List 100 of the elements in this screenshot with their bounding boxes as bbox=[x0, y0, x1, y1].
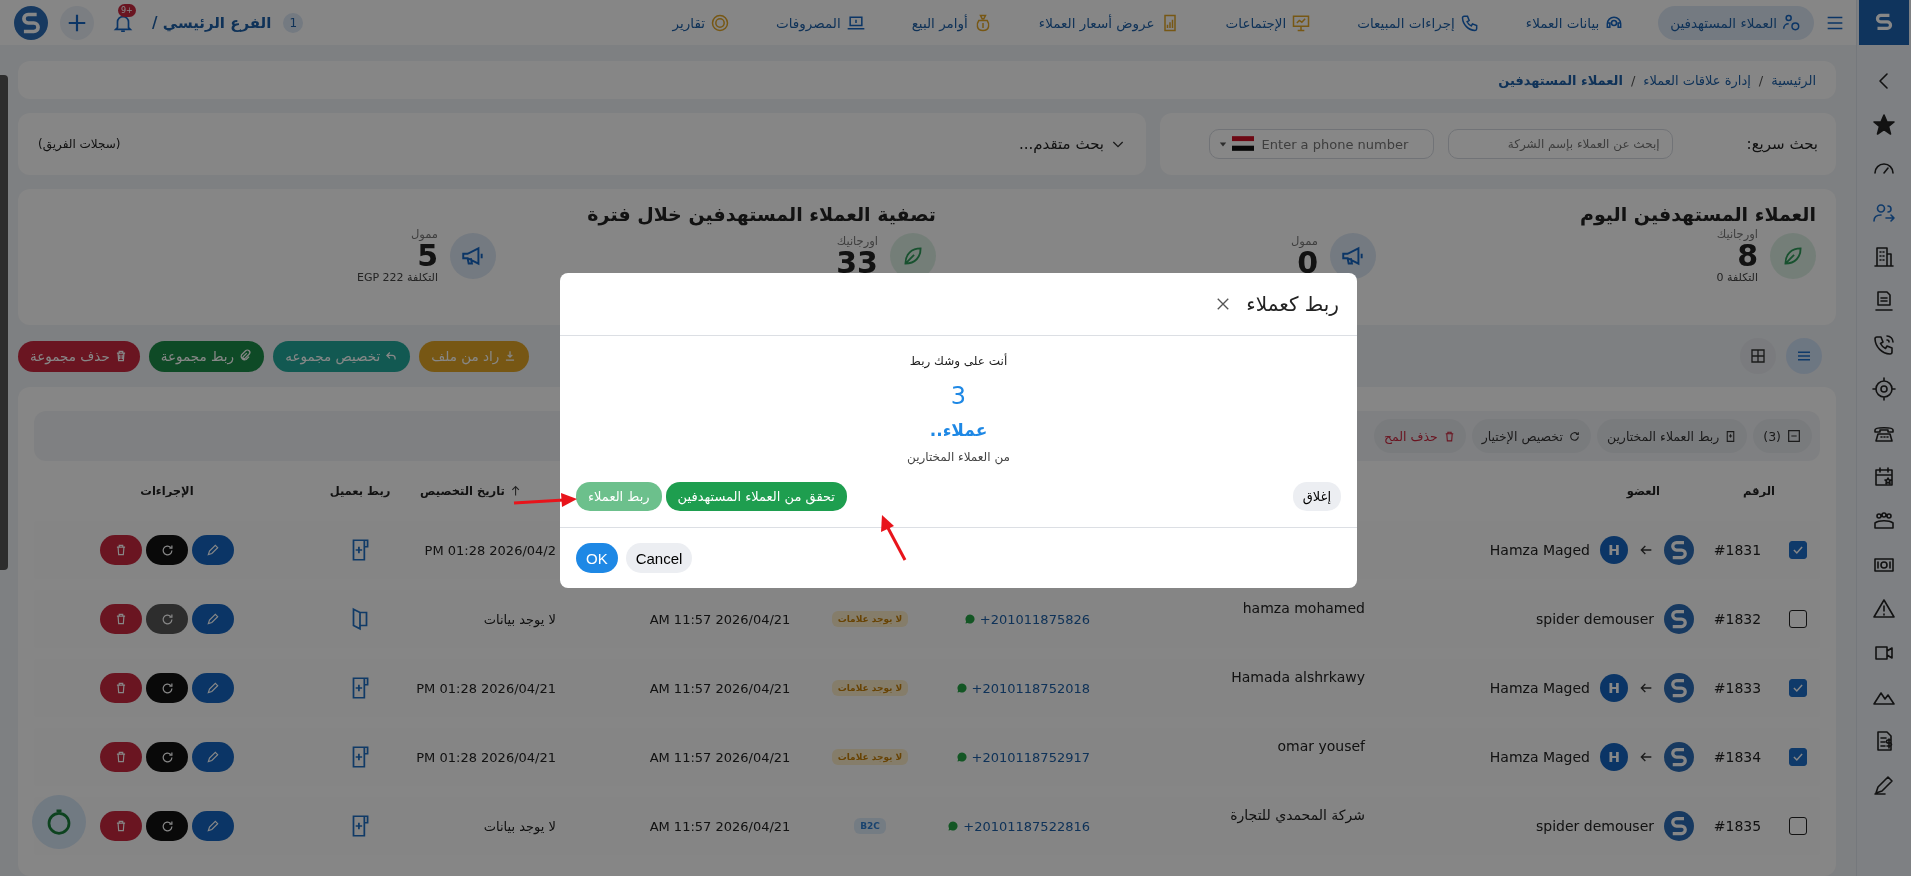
logo-avatar-icon bbox=[1664, 604, 1694, 634]
refresh-button[interactable] bbox=[146, 742, 188, 772]
edit-button[interactable] bbox=[192, 535, 234, 565]
star-icon[interactable] bbox=[1872, 113, 1896, 137]
column-header: ربط بعميل bbox=[328, 484, 392, 498]
delete-button[interactable] bbox=[100, 535, 142, 565]
tag-chip: B2C bbox=[854, 818, 886, 834]
selection-action-button[interactable]: ربط العملاء المختارين bbox=[1596, 419, 1748, 453]
phone-field[interactable]: Enter a phone number bbox=[1208, 129, 1434, 159]
edit-button[interactable] bbox=[192, 604, 234, 634]
row-number: #1834 bbox=[1712, 749, 1763, 765]
group-action-button[interactable]: حذف مجموعة bbox=[18, 340, 140, 372]
group-action-button[interactable]: ربط مجموعة bbox=[148, 340, 265, 372]
user-coin-icon bbox=[1782, 12, 1802, 33]
notification-badge: +9 bbox=[118, 3, 136, 17]
stat-label: ممول bbox=[1290, 233, 1318, 248]
phone-link[interactable]: +2010118752917 bbox=[971, 749, 1090, 765]
branch-count: 1 bbox=[283, 12, 304, 33]
row-checkbox[interactable] bbox=[1788, 748, 1807, 766]
list-view-button[interactable] bbox=[1786, 338, 1822, 374]
warning-icon[interactable] bbox=[1872, 597, 1896, 621]
nav-tab[interactable]: تقارير bbox=[660, 5, 743, 40]
delete-button[interactable] bbox=[100, 811, 142, 841]
row-checkbox[interactable] bbox=[1788, 817, 1807, 835]
phone-call-icon[interactable] bbox=[1872, 333, 1896, 357]
nav-tab[interactable]: أوامر البيع bbox=[899, 5, 1005, 40]
phone-link[interactable]: +20101187522816 bbox=[963, 818, 1090, 834]
whatsapp-icon[interactable] bbox=[947, 820, 960, 832]
annotation-arrow bbox=[881, 515, 907, 561]
assigned-date: PM 01:28 2026/04/21 bbox=[416, 749, 556, 765]
whatsapp-icon[interactable] bbox=[963, 613, 976, 625]
cancel-button[interactable]: Cancel bbox=[625, 543, 693, 573]
nav-tab[interactable]: إجراءات المبيعات bbox=[1345, 5, 1492, 40]
stat-value: 0 bbox=[1297, 247, 1318, 278]
row-checkbox[interactable] bbox=[1788, 679, 1807, 697]
scrollbar[interactable] bbox=[0, 75, 8, 570]
refresh-button[interactable] bbox=[146, 535, 188, 565]
app-logo[interactable] bbox=[1859, 0, 1909, 45]
selection-count-button[interactable]: (3) bbox=[1753, 419, 1812, 453]
whatsapp-icon[interactable] bbox=[955, 682, 968, 694]
stats-title: العملاء المستهدفين اليوم bbox=[1579, 203, 1816, 225]
verify-button[interactable]: تحقق من العملاء المستهدفين bbox=[665, 482, 847, 511]
caret-icon[interactable] bbox=[1218, 139, 1227, 148]
nav-tab[interactable]: عروض أسعار العملاء bbox=[1026, 5, 1192, 40]
branch-name[interactable]: الفرع الرئيسي / bbox=[152, 13, 272, 32]
team-records-link[interactable]: (سجلات الفريق) bbox=[38, 137, 121, 151]
whatsapp-icon[interactable] bbox=[955, 751, 968, 763]
nav-tab[interactable]: بيانات العملاء bbox=[1513, 5, 1637, 40]
row-number: #1831 bbox=[1712, 542, 1763, 558]
nav-tab[interactable]: المصروفات bbox=[764, 5, 878, 40]
refresh-button[interactable] bbox=[146, 673, 188, 703]
group-action-button[interactable]: راد من ملف bbox=[419, 340, 530, 372]
edit-button[interactable] bbox=[192, 742, 234, 772]
ok-button[interactable]: OK bbox=[576, 543, 618, 573]
created-date: AM 11:57 2026/04/21 bbox=[649, 749, 791, 765]
logo-avatar-icon bbox=[1664, 535, 1694, 565]
edit-button[interactable] bbox=[192, 673, 234, 703]
row-checkbox[interactable] bbox=[1788, 541, 1807, 559]
advanced-search-toggle[interactable]: بحث متقدم... bbox=[1019, 135, 1126, 153]
delete-button[interactable] bbox=[100, 604, 142, 634]
row-checkbox[interactable] bbox=[1788, 610, 1807, 628]
selection-action-button[interactable]: تخصيص الإختيار bbox=[1471, 419, 1591, 453]
breadcrumb-link[interactable]: الرئيسية bbox=[1771, 72, 1816, 88]
user-avatar: H bbox=[1600, 743, 1628, 771]
nav-tab[interactable]: الإجتماعات bbox=[1213, 5, 1324, 40]
pen-icon[interactable] bbox=[1872, 773, 1896, 797]
phone-link[interactable]: +201011875826 bbox=[979, 611, 1090, 627]
calendar-icon[interactable] bbox=[1872, 465, 1896, 489]
flag-icon[interactable] bbox=[1231, 136, 1254, 151]
company-search-field[interactable]: إبحث عن العملاء بإسم الشركة bbox=[1447, 129, 1673, 159]
users-icon[interactable] bbox=[1872, 201, 1896, 225]
refresh-button[interactable] bbox=[146, 811, 188, 841]
refresh-icon bbox=[1567, 429, 1581, 443]
target-icon[interactable] bbox=[1872, 377, 1896, 401]
link-customers-button[interactable]: ربط العملاء bbox=[576, 482, 662, 511]
close-button[interactable]: إغلاق bbox=[1292, 482, 1341, 511]
pen-icon bbox=[206, 543, 220, 557]
stat-cost: التكلفة EGP 222 bbox=[357, 271, 438, 284]
grid-view-button[interactable] bbox=[1740, 338, 1776, 374]
customer-name: hamza mohamed bbox=[1242, 600, 1365, 616]
logo-icon[interactable] bbox=[14, 5, 48, 40]
breadcrumb-link[interactable]: العملاء المستهدفين bbox=[1498, 72, 1623, 88]
logo-avatar-icon bbox=[1664, 742, 1694, 772]
stamp-icon[interactable] bbox=[1872, 289, 1896, 313]
edit-button[interactable] bbox=[192, 811, 234, 841]
pen-icon bbox=[206, 750, 220, 764]
phone-link[interactable]: +2010118752018 bbox=[971, 680, 1090, 696]
megaphone-icon bbox=[450, 232, 496, 279]
nav-tab[interactable]: العملاء المستهدفين bbox=[1658, 5, 1814, 40]
delete-button[interactable] bbox=[100, 673, 142, 703]
member-name: Hamza Maged bbox=[1489, 542, 1590, 558]
breadcrumb-link[interactable]: إدارة علاقات العملاء bbox=[1643, 72, 1751, 88]
pen-icon bbox=[206, 612, 220, 626]
assigned-date: لا يوجد بيانات bbox=[483, 611, 556, 627]
add-button[interactable] bbox=[60, 5, 94, 40]
created-date: AM 11:57 2026/04/21 bbox=[649, 611, 791, 627]
selection-action-button[interactable]: حذف المح bbox=[1373, 419, 1466, 453]
building-icon[interactable] bbox=[1872, 245, 1896, 269]
delete-button[interactable] bbox=[100, 742, 142, 772]
group-action-button[interactable]: تخصيص مجموعه bbox=[273, 340, 411, 372]
